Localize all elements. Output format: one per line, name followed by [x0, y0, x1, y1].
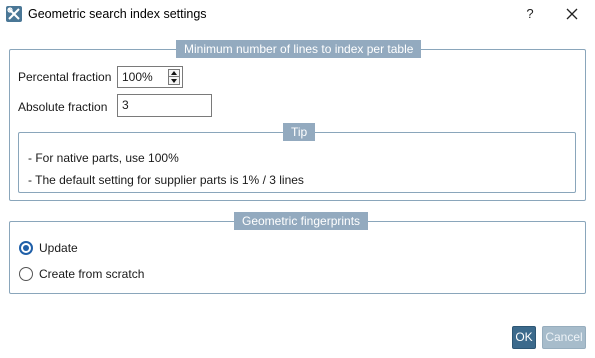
ok-button[interactable]: OK	[512, 326, 536, 349]
window-title: Geometric search index settings	[28, 7, 207, 21]
create-from-scratch-radio[interactable]	[19, 267, 33, 281]
absolute-fraction-input[interactable]: 3	[117, 94, 212, 117]
tip-line: - The default setting for supplier parts…	[28, 173, 304, 187]
title-bar: Geometric search index settings ?	[0, 0, 595, 30]
close-button[interactable]	[560, 4, 584, 26]
absolute-fraction-value: 3	[122, 98, 129, 112]
tip-group-title: Tip	[283, 123, 316, 141]
chevron-up-icon	[171, 71, 177, 75]
update-radio-label[interactable]: Update	[39, 241, 78, 255]
percental-fraction-label: Percental fraction	[18, 70, 112, 84]
tools-icon	[6, 6, 22, 22]
min-lines-group-title: Minimum number of lines to index per tab…	[176, 40, 422, 58]
tip-line: - For native parts, use 100%	[28, 151, 179, 165]
create-from-scratch-radio-label[interactable]: Create from scratch	[39, 267, 144, 281]
spin-down-button[interactable]	[168, 77, 180, 85]
cancel-button[interactable]: Cancel	[542, 326, 586, 349]
fingerprints-group: Geometric fingerprints	[9, 212, 586, 294]
help-button[interactable]: ?	[520, 4, 540, 24]
fingerprints-group-title: Geometric fingerprints	[234, 212, 369, 230]
absolute-fraction-label: Absolute fraction	[18, 100, 108, 114]
chevron-down-icon	[171, 78, 177, 83]
update-radio[interactable]	[19, 241, 33, 255]
percental-fraction-stepper[interactable]: 100%	[117, 66, 183, 88]
close-icon	[566, 8, 578, 20]
percental-fraction-value: 100%	[122, 70, 153, 84]
spin-up-button[interactable]	[168, 69, 180, 77]
